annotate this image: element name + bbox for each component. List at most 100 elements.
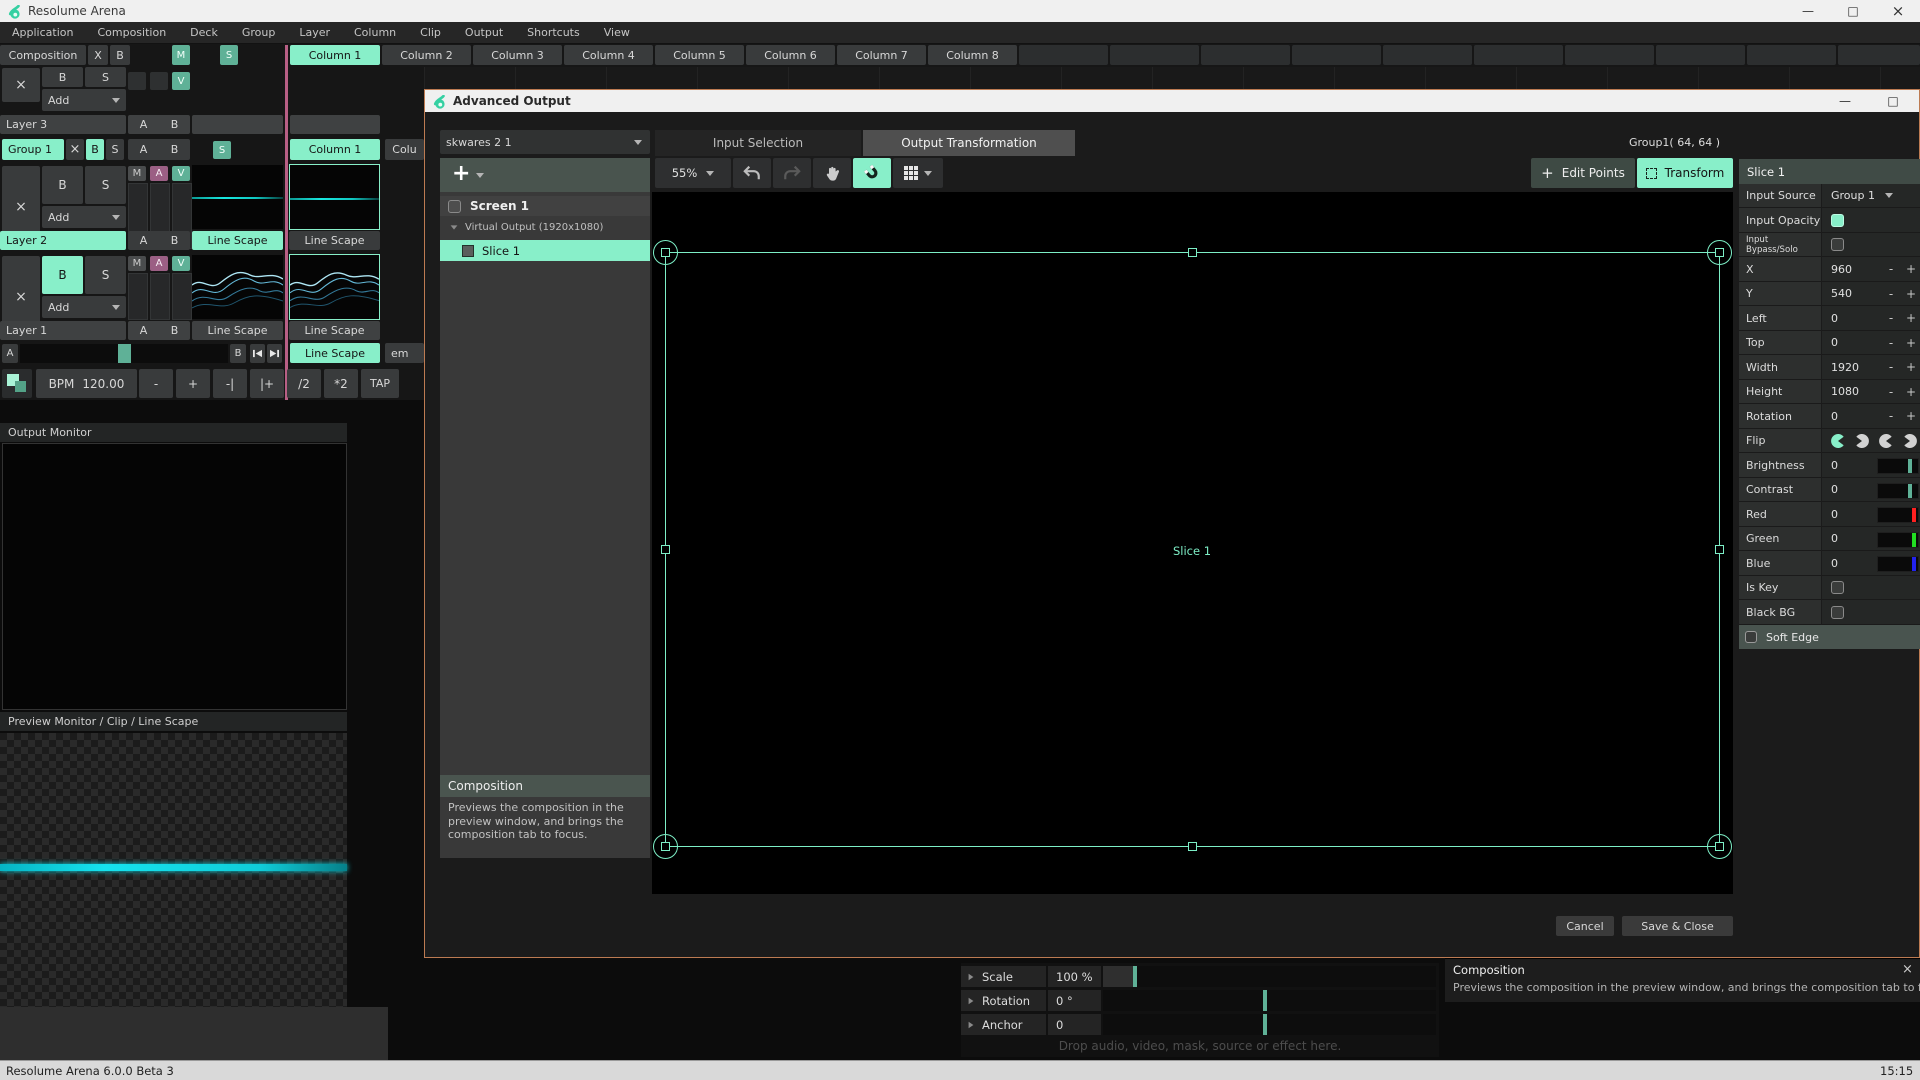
slice-edge-handle[interactable] xyxy=(661,545,670,554)
crossfader-track[interactable] xyxy=(20,344,228,363)
tab-output-transformation[interactable]: Output Transformation xyxy=(863,130,1075,156)
master-s-badge[interactable]: S xyxy=(220,45,238,65)
prop-y-field[interactable]: 540 - + xyxy=(1822,282,1920,306)
dialog-titlebar[interactable]: Advanced Output — □ xyxy=(425,90,1919,112)
edit-points-button[interactable]: + Edit Points xyxy=(1531,158,1635,188)
prop-x-field[interactable]: 960 - + xyxy=(1822,257,1920,282)
metronome-button[interactable] xyxy=(2,369,32,398)
prop-green-field[interactable]: 0 xyxy=(1822,527,1920,551)
red-slider[interactable] xyxy=(1877,507,1919,523)
decrement-button[interactable]: - xyxy=(1884,360,1898,374)
dialog-minimize-button[interactable]: — xyxy=(1825,90,1865,112)
layer1-blend-dropdown[interactable]: Add xyxy=(42,296,126,318)
tab-input-selection[interactable]: Input Selection xyxy=(655,130,861,156)
layer1-a-badge[interactable]: A xyxy=(150,256,168,271)
composition-b-button[interactable]: B xyxy=(110,45,130,65)
slider-handle[interactable] xyxy=(1908,459,1912,473)
crossfader-clip1-name[interactable]: Line Scape xyxy=(290,343,380,363)
screen1-checkbox[interactable] xyxy=(448,200,461,213)
menu-shortcuts[interactable]: Shortcuts xyxy=(515,26,592,39)
column-2-header[interactable]: Column 2 xyxy=(382,45,471,65)
column-3-header[interactable]: Column 3 xyxy=(473,45,562,65)
prop-width-field[interactable]: 1920 - + xyxy=(1822,355,1920,380)
zoom-level-dropdown[interactable]: 55% xyxy=(655,158,731,188)
crossfader-clip2-name[interactable]: em xyxy=(385,343,424,363)
menu-application[interactable]: Application xyxy=(0,26,85,39)
skip-start-button[interactable] xyxy=(250,344,265,363)
layer2-bypass-button[interactable]: B xyxy=(42,166,83,204)
add-menu-caret-icon[interactable] xyxy=(476,173,484,178)
flip-vertical-button[interactable] xyxy=(1879,434,1893,448)
bpm-nudge-down-button[interactable]: -| xyxy=(213,369,247,398)
master-m-badge[interactable]: M xyxy=(172,45,190,65)
flip-both-button[interactable] xyxy=(1903,434,1917,448)
tooltip-close-icon[interactable]: × xyxy=(1902,961,1913,977)
layer1-a-fader[interactable] xyxy=(150,273,170,320)
menu-group[interactable]: Group xyxy=(230,26,288,39)
menu-output[interactable]: Output xyxy=(453,26,515,39)
prop-contrast-field[interactable]: 0 xyxy=(1822,478,1920,502)
column-7-header[interactable]: Column 7 xyxy=(837,45,926,65)
scale-slider-handle[interactable] xyxy=(1133,966,1137,987)
decrement-button[interactable]: - xyxy=(1884,385,1898,399)
cancel-button[interactable]: Cancel xyxy=(1556,916,1614,936)
prop-brightness-field[interactable]: 0 xyxy=(1822,453,1920,478)
increment-button[interactable]: + xyxy=(1904,287,1918,301)
transform-button[interactable]: Transform xyxy=(1637,158,1733,188)
slider-handle[interactable] xyxy=(1912,508,1916,522)
decrement-button[interactable]: - xyxy=(1884,262,1898,276)
layer3-blend-dropdown[interactable]: Add xyxy=(42,89,126,111)
group1-header[interactable]: Group 1 xyxy=(2,139,64,160)
expander-caret-icon[interactable] xyxy=(451,225,458,229)
skip-end-button[interactable] xyxy=(267,344,282,363)
prop-input-source-dropdown[interactable]: Group 1 xyxy=(1822,184,1920,208)
save-close-button[interactable]: Save & Close xyxy=(1622,916,1733,936)
soft-edge-section[interactable]: Soft Edge xyxy=(1739,625,1920,649)
rotation-slider[interactable] xyxy=(1103,990,1436,1011)
column-6-header[interactable]: Column 6 xyxy=(746,45,835,65)
layer1-v-fader[interactable] xyxy=(172,273,192,320)
prop-left-field[interactable]: 0 - + xyxy=(1822,306,1920,331)
prop-height-field[interactable]: 1080 - + xyxy=(1822,380,1920,404)
tree-item-screen1[interactable]: Screen 1 xyxy=(440,196,650,216)
menu-clip[interactable]: Clip xyxy=(408,26,453,39)
bpm-minus-button[interactable]: - xyxy=(139,369,173,398)
dialog-maximize-button[interactable]: □ xyxy=(1873,90,1913,112)
layer3-v-badge[interactable]: V xyxy=(172,72,190,90)
brightness-slider[interactable] xyxy=(1877,458,1919,474)
crossfader-b-button[interactable]: B xyxy=(230,344,246,363)
composition-cell[interactable]: Composition xyxy=(0,45,86,65)
increment-button[interactable]: + xyxy=(1904,311,1918,325)
column-5-header[interactable]: Column 5 xyxy=(655,45,744,65)
scale-row-label[interactable]: Scale xyxy=(961,966,1046,987)
increment-button[interactable]: + xyxy=(1904,262,1918,276)
anchor-value-cell[interactable]: 0 xyxy=(1048,1014,1101,1035)
bpm-display[interactable]: BPM 120.00 xyxy=(36,369,137,398)
menu-layer[interactable]: Layer xyxy=(287,26,342,39)
prop-blue-field[interactable]: 0 xyxy=(1822,551,1920,576)
layer2-name[interactable]: Layer 2 xyxy=(0,231,126,250)
increment-button[interactable]: + xyxy=(1904,409,1918,423)
group1-column1-header[interactable]: Column 1 xyxy=(290,139,380,160)
contrast-slider[interactable] xyxy=(1877,483,1919,499)
crossfader-a-button[interactable]: A xyxy=(2,344,18,363)
group1-bypass-button[interactable]: B xyxy=(86,139,104,160)
composition-x-button[interactable]: X xyxy=(88,45,108,65)
black-bg-checkbox[interactable] xyxy=(1831,606,1844,619)
layer1-m-badge[interactable]: M xyxy=(128,256,146,271)
layer1-clip1-thumbnail[interactable] xyxy=(289,254,380,320)
tree-item-virtual-output[interactable]: Virtual Output (1920x1080) xyxy=(440,218,650,236)
close-button[interactable]: × xyxy=(1878,0,1918,22)
slice-corner-handle[interactable] xyxy=(661,248,670,257)
column-1-header[interactable]: Column 1 xyxy=(290,45,380,65)
minimize-button[interactable]: — xyxy=(1788,0,1828,22)
prop-red-field[interactable]: 0 xyxy=(1822,502,1920,527)
layer1-clip1-name[interactable]: Line Scape xyxy=(289,321,380,340)
layer2-a-badge[interactable]: A xyxy=(150,166,168,181)
add-slice-button[interactable]: + xyxy=(440,161,476,189)
slider-handle[interactable] xyxy=(1912,533,1916,547)
input-opacity-checkbox[interactable] xyxy=(1831,214,1844,227)
slice-corner-handle[interactable] xyxy=(661,842,670,851)
decrement-button[interactable]: - xyxy=(1884,311,1898,325)
menu-column[interactable]: Column xyxy=(342,26,408,39)
